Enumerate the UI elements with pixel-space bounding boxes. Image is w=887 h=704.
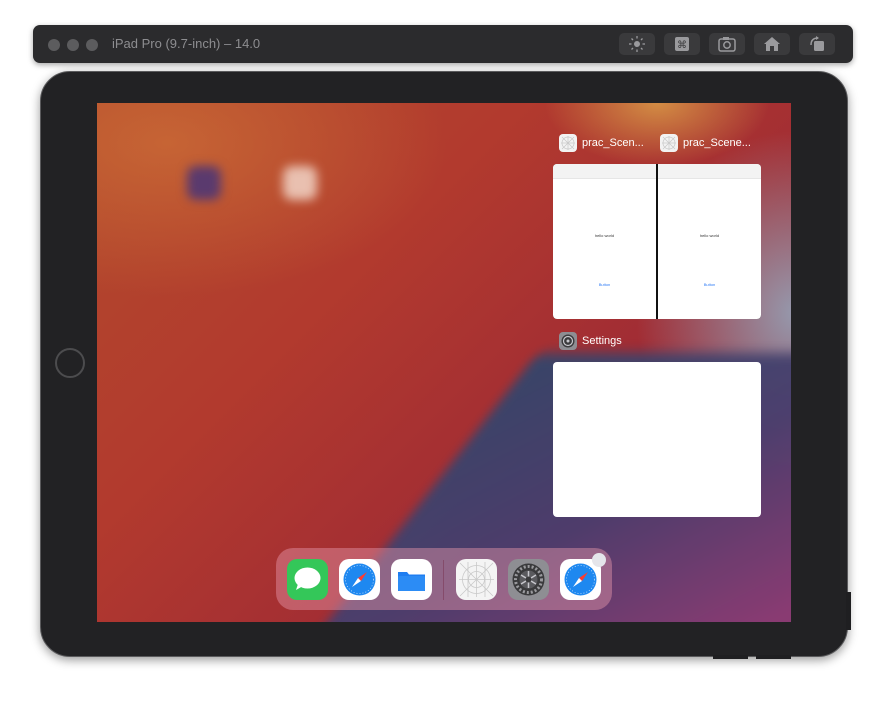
blueprint-app-icon bbox=[660, 134, 678, 152]
window-title: iPad Pro (9.7-inch) – 14.0 bbox=[112, 36, 261, 51]
volume-down-button[interactable] bbox=[713, 655, 748, 659]
split-left-app-label[interactable]: prac_Scen... bbox=[559, 134, 644, 152]
messages-icon[interactable] bbox=[287, 559, 328, 600]
screenshot-icon bbox=[718, 37, 736, 52]
split-right-button-link: Button bbox=[703, 282, 716, 287]
split-right-app-label[interactable]: prac_Scene... bbox=[660, 134, 751, 152]
simulator-toolbar: iPad Pro (9.7-inch) – 14.0 ⌘ bbox=[33, 25, 853, 63]
volume-up-button[interactable] bbox=[756, 655, 791, 659]
brightness-icon bbox=[629, 36, 645, 52]
dock bbox=[276, 548, 612, 610]
safari-icon[interactable] bbox=[339, 559, 380, 600]
files-icon[interactable] bbox=[391, 559, 432, 600]
blueprint-app-icon bbox=[559, 134, 577, 152]
rotate-button[interactable] bbox=[799, 33, 835, 55]
settings-app-label[interactable]: Settings bbox=[559, 332, 622, 350]
command-icon: ⌘ bbox=[675, 37, 689, 51]
settings-card[interactable] bbox=[553, 362, 761, 517]
settings-app-name: Settings bbox=[582, 335, 622, 347]
screenshot-button[interactable] bbox=[709, 33, 745, 55]
blurred-app-icon bbox=[283, 166, 317, 200]
ipad-screen: prac_Scen... prac_Scene... hello world B… bbox=[97, 103, 791, 622]
split-right-pane: hello world Button bbox=[658, 164, 761, 319]
rotate-icon bbox=[810, 36, 824, 51]
settings-icon[interactable] bbox=[508, 559, 549, 600]
brightness-button[interactable] bbox=[619, 33, 655, 55]
recent-app-badge bbox=[592, 553, 606, 567]
ipad-home-button[interactable] bbox=[55, 348, 85, 378]
split-left-hello-text: hello world bbox=[594, 233, 615, 238]
home-icon bbox=[764, 37, 780, 51]
home-button[interactable] bbox=[754, 33, 790, 55]
split-right-app-name: prac_Scene... bbox=[683, 137, 751, 149]
split-left-app-name: prac_Scen... bbox=[582, 137, 644, 149]
split-right-hello-text: hello world bbox=[699, 233, 720, 238]
split-left-button-link: Button bbox=[598, 282, 611, 287]
command-button[interactable]: ⌘ bbox=[664, 33, 700, 55]
zoom-window-button[interactable] bbox=[86, 39, 98, 51]
settings-icon bbox=[559, 332, 577, 350]
svg-text:⌘: ⌘ bbox=[677, 40, 687, 51]
blurred-app-icon bbox=[187, 166, 221, 200]
minimize-window-button[interactable] bbox=[67, 39, 79, 51]
xcode-app-icon[interactable] bbox=[456, 559, 497, 600]
split-view-card[interactable]: hello world Button hello world Button bbox=[553, 164, 761, 319]
dock-separator bbox=[443, 560, 444, 600]
side-button[interactable] bbox=[846, 592, 851, 630]
split-left-pane: hello world Button bbox=[553, 164, 656, 319]
close-window-button[interactable] bbox=[48, 39, 60, 51]
